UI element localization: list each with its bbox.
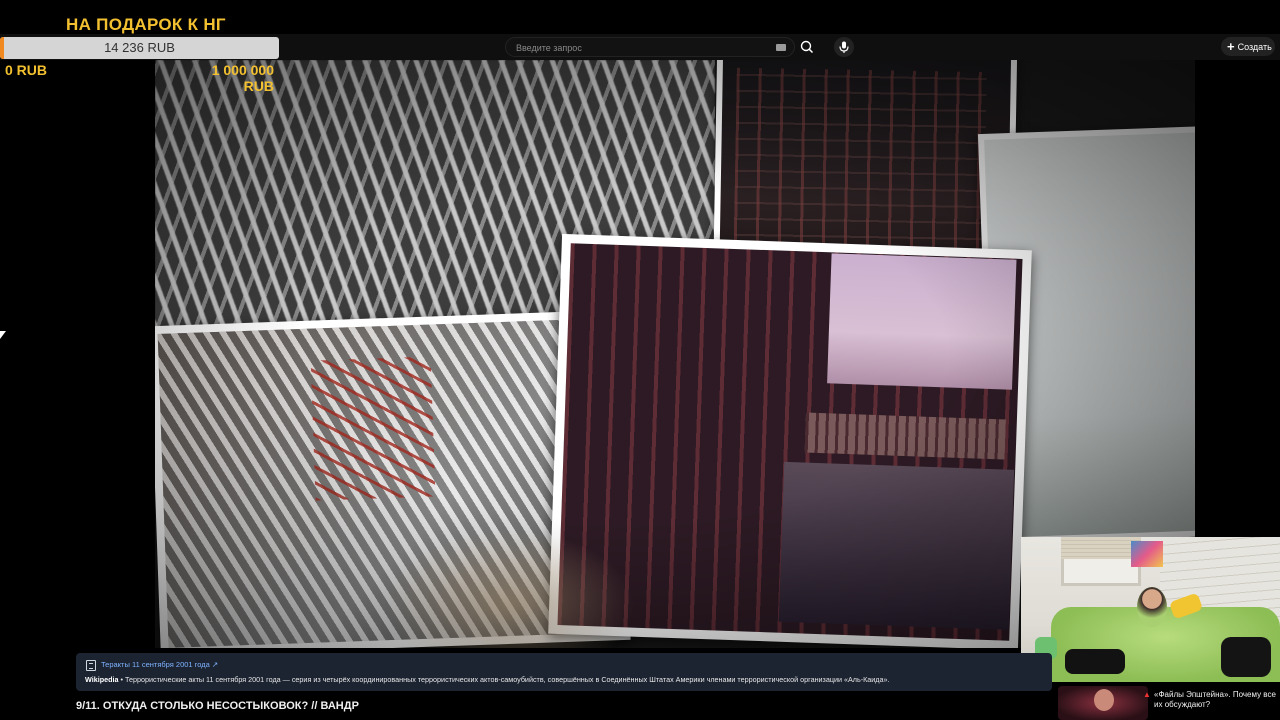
create-button[interactable]: + Создать — [1221, 37, 1275, 56]
donation-min-label: 0 RUB — [5, 62, 48, 78]
plus-icon: + — [1227, 38, 1235, 54]
voice-search-button[interactable] — [834, 37, 854, 57]
donation-goal-title: НА ПОДАРОК К НГ — [66, 15, 226, 34]
mouse-cursor-icon — [0, 331, 6, 339]
mic-icon — [839, 41, 849, 53]
search-icon — [800, 40, 814, 54]
recommendation-title[interactable]: «Файлы Эпштейна». Почему все их обсуждаю… — [1154, 690, 1280, 710]
article-icon — [86, 660, 96, 671]
keyboard-icon[interactable] — [776, 44, 786, 51]
context-info-panel: Теракты 11 сентября 2001 года ↗ Wikipedi… — [76, 653, 1052, 691]
info-panel-text: Wikipedia • Террористические акты 11 сен… — [85, 675, 1045, 684]
info-panel-link[interactable]: Теракты 11 сентября 2001 года ↗ — [101, 660, 218, 669]
info-panel-source: Wikipedia — [85, 675, 119, 684]
create-button-label: Создать — [1237, 41, 1272, 52]
video-title: 9/11. ОТКУДА СТОЛЬКО НЕСОСТЫКОВОК? // ВА… — [76, 700, 359, 712]
search-input[interactable] — [516, 41, 766, 55]
live-icon: ▲ — [1143, 690, 1151, 699]
donation-max-label: 1 000 000 RUB — [211, 62, 274, 94]
info-panel-description: • Террористические акты 11 сентября 2001… — [118, 675, 890, 684]
search-box[interactable] — [505, 37, 795, 57]
recommendation-thumbnail[interactable] — [1058, 686, 1148, 720]
donation-current-amount: 14 236 RUB — [104, 40, 175, 55]
search-button[interactable] — [796, 37, 818, 57]
donation-progress-bar: 14 236 RUB — [0, 37, 279, 59]
streamer-webcam — [1021, 537, 1280, 682]
